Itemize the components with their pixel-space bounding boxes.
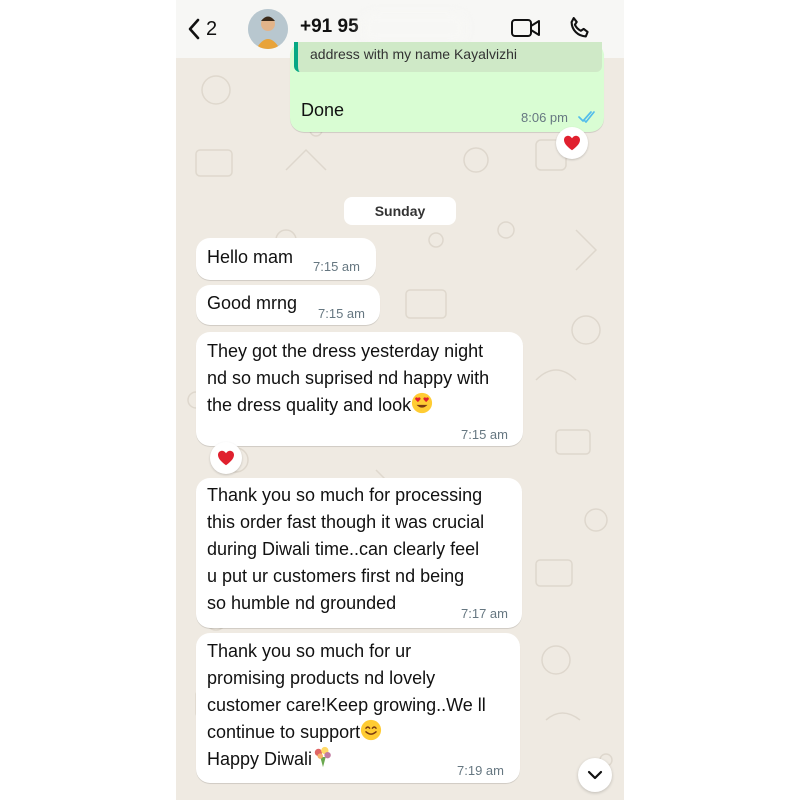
phone-icon bbox=[570, 17, 589, 38]
message-time: 8:06 pm bbox=[521, 110, 568, 125]
smile-emoji-icon bbox=[361, 719, 382, 741]
incoming-message[interactable]: Hello mam 7:15 am bbox=[196, 238, 376, 280]
contact-name[interactable]: +91 95 bbox=[300, 16, 359, 38]
heart-icon bbox=[218, 450, 234, 466]
message-text: Done bbox=[301, 100, 345, 120]
message-text: Thank you so much for ur promising produc… bbox=[207, 641, 486, 769]
message-text: Hello mam bbox=[207, 247, 294, 267]
back-button[interactable]: 2 bbox=[186, 14, 217, 44]
heart-eyes-emoji-icon bbox=[412, 392, 433, 414]
message-text: They got the dress yesterday night nd so … bbox=[207, 341, 490, 415]
read-ticks-icon bbox=[578, 111, 595, 123]
redacted-number bbox=[362, 13, 466, 43]
unread-count: 2 bbox=[206, 17, 218, 40]
incoming-message[interactable]: Good mrng 7:15 am bbox=[196, 285, 380, 325]
message-time: 7:19 am bbox=[457, 763, 504, 778]
quoted-message[interactable]: address with my name Kayalvizhi bbox=[294, 42, 602, 72]
message-text: Good mrng bbox=[207, 293, 298, 313]
bouquet-emoji-icon bbox=[314, 746, 331, 768]
scroll-to-bottom-button[interactable] bbox=[578, 758, 612, 792]
message-time: 7:17 am bbox=[461, 606, 508, 621]
video-call-icon bbox=[511, 19, 540, 37]
chevron-down-icon bbox=[587, 770, 603, 780]
chat-screen: 2 +91 95 address with my name Kayalvizhi… bbox=[176, 0, 624, 800]
message-time: 7:15 am bbox=[318, 306, 365, 321]
avatar-image bbox=[248, 9, 288, 49]
message-time: 7:15 am bbox=[461, 427, 508, 442]
incoming-message[interactable]: Thank you so much for ur promising produc… bbox=[196, 633, 520, 783]
outgoing-message[interactable]: address with my name Kayalvizhi Done 8:0… bbox=[290, 42, 604, 132]
message-text: Thank you so much for processing this or… bbox=[207, 485, 485, 613]
heart-reaction[interactable] bbox=[556, 127, 588, 159]
incoming-message[interactable]: Thank you so much for processing this or… bbox=[196, 478, 522, 628]
incoming-message[interactable]: They got the dress yesterday night nd so … bbox=[196, 332, 523, 446]
chevron-left-icon bbox=[188, 18, 200, 40]
contact-avatar[interactable] bbox=[248, 9, 288, 49]
message-time: 7:15 am bbox=[313, 259, 360, 274]
heart-icon bbox=[564, 135, 580, 151]
day-separator: Sunday bbox=[344, 197, 456, 225]
quoted-text: address with my name Kayalvizhi bbox=[310, 46, 517, 62]
heart-reaction[interactable] bbox=[210, 442, 242, 474]
